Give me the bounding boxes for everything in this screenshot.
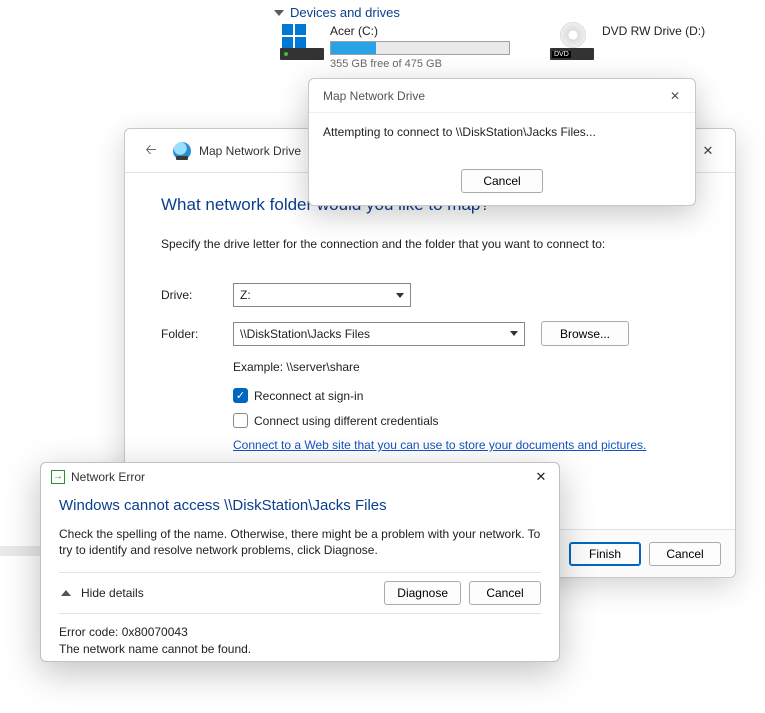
browse-button[interactable]: Browse... [541, 321, 629, 346]
drive-c-icon [280, 24, 322, 60]
error-code: Error code: 0x80070043 [59, 624, 541, 641]
reconnect-checkbox[interactable] [233, 388, 248, 403]
section-title: Devices and drives [290, 5, 400, 20]
connect-dialog-message: Attempting to connect to \\DiskStation\J… [323, 125, 596, 139]
wizard-title: Map Network Drive [199, 144, 301, 158]
network-error-dialog: Network Error ✕ Windows cannot access \\… [40, 462, 560, 662]
different-credentials-checkbox[interactable] [233, 413, 248, 428]
chevron-down-icon [510, 331, 518, 336]
different-credentials-label: Connect using different credentials [254, 414, 439, 428]
chevron-down-icon [396, 293, 404, 298]
chevron-up-icon [61, 590, 71, 596]
folder-label: Folder: [161, 327, 233, 341]
drive-label: Drive: [161, 288, 233, 302]
diagnose-button[interactable]: Diagnose [384, 581, 461, 605]
drive-c[interactable]: Acer (C:) 355 GB free of 475 GB [280, 24, 510, 70]
attempting-connect-dialog: Map Network Drive ✕ Attempting to connec… [308, 78, 696, 206]
drive-letter-value: Z: [240, 288, 251, 302]
error-heading: Windows cannot access \\DiskStation\Jack… [59, 497, 541, 514]
dvd-drive-icon: DVD [550, 24, 594, 60]
finish-button[interactable]: Finish [569, 542, 641, 566]
error-cancel-button[interactable]: Cancel [469, 581, 541, 605]
drive-c-usage-bar [330, 41, 510, 55]
back-button[interactable]: 🡠 [137, 137, 165, 165]
arrow-left-icon: 🡠 [145, 139, 156, 163]
hide-details-toggle[interactable]: Hide details [61, 586, 144, 600]
connect-dialog-close-button[interactable]: ✕ [655, 83, 695, 109]
connect-dialog-title: Map Network Drive [323, 89, 425, 103]
network-drive-icon [173, 142, 191, 160]
wizard-cancel-button[interactable]: Cancel [649, 542, 721, 566]
error-body-text: Check the spelling of the name. Otherwis… [59, 526, 541, 558]
connect-website-link[interactable]: Connect to a Web site that you can use t… [233, 438, 646, 452]
error-details: Error code: 0x80070043 The network name … [59, 614, 541, 658]
reconnect-label: Reconnect at sign-in [254, 389, 363, 403]
hide-details-label: Hide details [81, 586, 144, 600]
error-close-button[interactable]: ✕ [523, 465, 559, 489]
network-error-icon [51, 470, 65, 484]
connect-dialog-cancel-button[interactable]: Cancel [461, 169, 543, 193]
example-text: Example: \\server\share [233, 360, 699, 374]
drive-c-name: Acer (C:) [330, 24, 510, 38]
devices-and-drives-header[interactable]: Devices and drives [274, 5, 765, 20]
error-message: The network name cannot be found. [59, 641, 541, 658]
folder-path-value: \\DiskStation\Jacks Files [240, 327, 370, 341]
drive-c-free-text: 355 GB free of 475 GB [330, 58, 510, 70]
error-title: Network Error [71, 470, 145, 484]
drive-letter-dropdown[interactable]: Z: [233, 283, 411, 307]
chevron-down-icon [274, 10, 284, 16]
drive-d[interactable]: DVD DVD RW Drive (D:) [550, 24, 765, 60]
error-titlebar: Network Error ✕ [41, 463, 559, 491]
wizard-instruction: Specify the drive letter for the connect… [161, 237, 699, 251]
connect-dialog-titlebar: Map Network Drive ✕ [309, 79, 695, 113]
drive-d-name: DVD RW Drive (D:) [602, 24, 705, 38]
folder-path-combobox[interactable]: \\DiskStation\Jacks Files [233, 322, 525, 346]
